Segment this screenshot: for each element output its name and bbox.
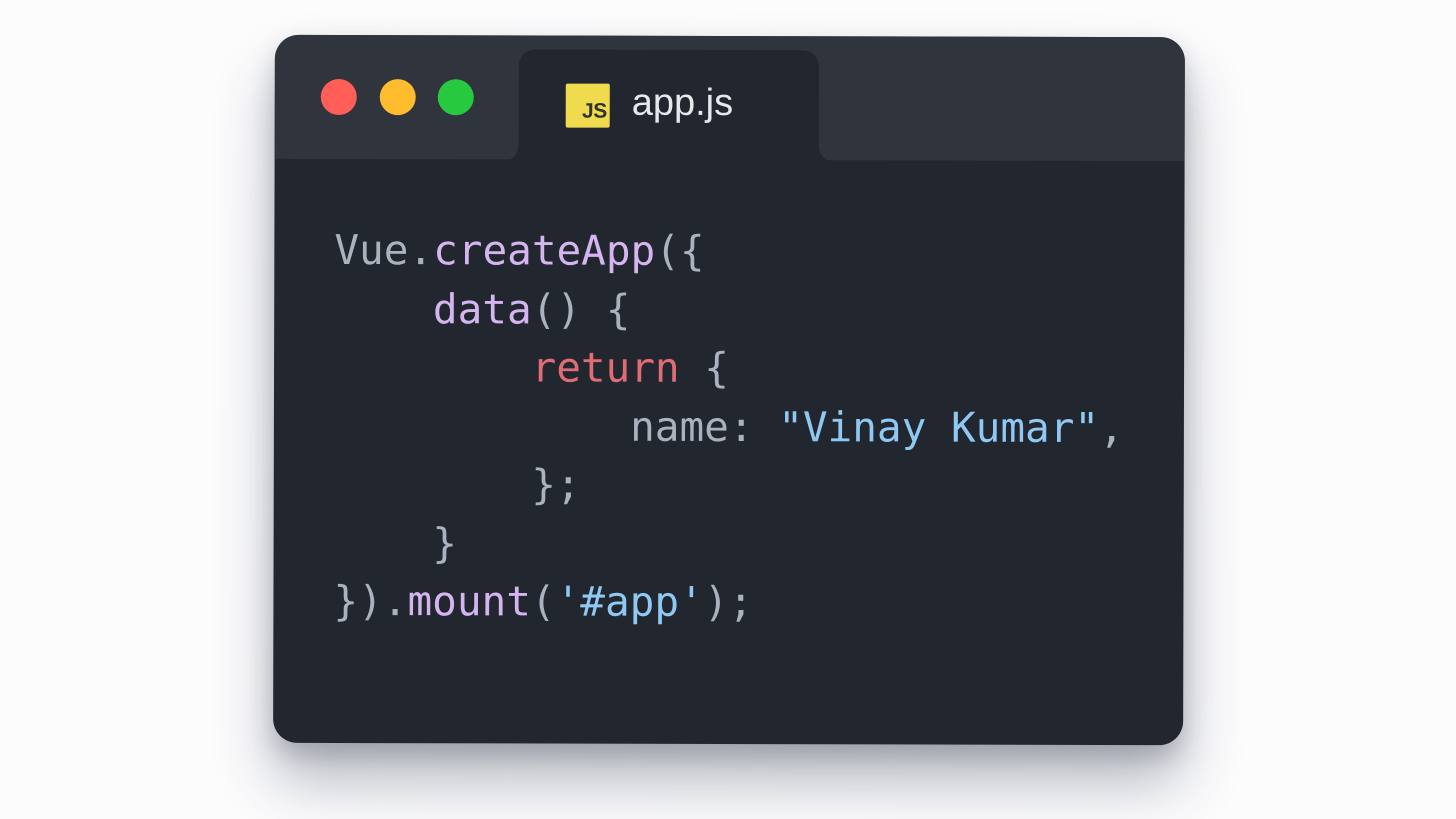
code-token-function: data [432, 284, 532, 333]
code-line: }).mount('#app'); [333, 572, 1123, 633]
code-line: }; [334, 455, 1124, 516]
code-line: } [334, 513, 1124, 574]
code-token-plain: ( [530, 577, 556, 626]
code-token-plain: Vue. [334, 225, 434, 275]
code-line: name: "Vinay Kumar", [334, 396, 1124, 457]
minimize-button[interactable] [379, 79, 416, 116]
code-window: JS app.js Vue.createApp({ data() { retur… [273, 34, 1185, 746]
code-token-plain: }). [333, 576, 408, 626]
code-token-function: createApp [433, 226, 656, 275]
code-token-plain: { [679, 343, 730, 392]
code-editor[interactable]: Vue.createApp({ data() { return { name: … [333, 221, 1124, 633]
code-token-plain: } [432, 518, 458, 567]
code-token-keyword: return [531, 343, 680, 392]
code-token-function: mount [407, 577, 531, 626]
code-token-string: '#app' [555, 577, 704, 626]
window-titlebar: JS app.js [274, 34, 1185, 163]
code-line: data() { [334, 279, 1124, 340]
tab-filename: app.js [631, 81, 734, 125]
code-token-plain: ({ [655, 226, 705, 275]
code-token-string: "Vinay Kumar" [778, 402, 1100, 452]
code-token-plain: }; [531, 460, 581, 509]
code-token-plain: name: [630, 402, 779, 451]
code-line: return { [334, 338, 1124, 399]
maximize-button[interactable] [437, 79, 474, 116]
close-button[interactable] [320, 78, 357, 116]
code-token-plain: , [1099, 403, 1124, 452]
code-token-plain: ); [703, 577, 754, 627]
code-line: Vue.createApp({ [334, 221, 1124, 282]
code-token-plain: () { [531, 284, 631, 334]
javascript-file-icon: JS [565, 83, 610, 128]
file-tab[interactable]: JS app.js [518, 49, 819, 163]
